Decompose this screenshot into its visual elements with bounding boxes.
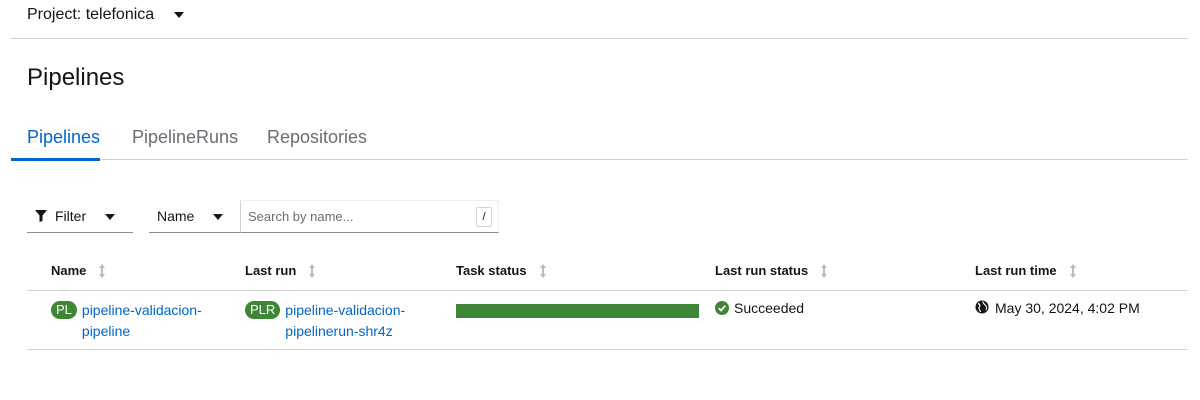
tab-bar: Pipelines PipelineRuns Repositories	[10, 120, 1188, 161]
search-input[interactable]	[241, 201, 461, 231]
status-text: Succeeded	[734, 300, 805, 316]
filter-type-select[interactable]: Name	[149, 200, 241, 233]
sort-icon	[309, 263, 316, 278]
filter-button[interactable]: Filter	[27, 200, 133, 233]
column-header-last-run-time[interactable]: Last run time	[975, 263, 1077, 278]
sort-icon	[99, 263, 106, 278]
table-header: Name Last run Task status Last run statu…	[27, 252, 1188, 291]
last-run-link[interactable]: pipeline-validacion- pipelinerun-shr4z	[285, 300, 405, 342]
project-selector[interactable]: Project: telefonica	[27, 6, 185, 24]
column-header-last-run[interactable]: Last run	[245, 263, 316, 278]
column-header-name[interactable]: Name	[51, 263, 106, 278]
caret-down-icon	[174, 12, 185, 18]
last-run-cell: PLR pipeline-validacion- pipelinerun-shr…	[245, 300, 405, 342]
sort-icon	[821, 263, 828, 278]
caret-down-icon	[213, 214, 223, 220]
filter-type-label: Name	[157, 208, 195, 224]
last-run-time-cell: May 30, 2024, 4:02 PM	[975, 300, 1140, 316]
caret-down-icon	[105, 214, 115, 220]
pipeline-name-link[interactable]: pipeline-validacion- pipeline	[82, 300, 202, 342]
filter-icon	[35, 210, 47, 222]
tab-pipelines[interactable]: Pipelines	[10, 127, 101, 161]
column-header-last-run-status[interactable]: Last run status	[715, 263, 828, 278]
project-label: Project: telefonica	[27, 6, 155, 23]
pipelinerun-badge: PLR	[245, 301, 281, 319]
pipeline-name-cell: PL pipeline-validacion- pipeline	[51, 300, 202, 342]
tab-pipelineruns[interactable]: PipelineRuns	[132, 127, 238, 160]
task-status-bar[interactable]	[456, 304, 699, 318]
check-circle-icon	[715, 301, 729, 315]
sort-icon	[539, 263, 546, 278]
search-box: /	[240, 200, 499, 233]
column-header-task-status[interactable]: Task status	[456, 263, 547, 278]
tab-repositories[interactable]: Repositories	[267, 127, 367, 160]
pipeline-badge: PL	[51, 301, 77, 319]
project-bar: Project: telefonica	[11, 0, 1188, 39]
page-title: Pipelines	[27, 64, 125, 91]
keyboard-shortcut-hint: /	[476, 207, 492, 227]
run-time-text: May 30, 2024, 4:02 PM	[995, 300, 1140, 316]
globe-icon	[975, 300, 989, 313]
table-row: PL pipeline-validacion- pipeline PLR pip…	[27, 291, 1188, 350]
sort-icon	[1069, 263, 1076, 278]
last-run-status-cell: Succeeded	[715, 300, 804, 316]
filter-label: Filter	[55, 208, 87, 224]
